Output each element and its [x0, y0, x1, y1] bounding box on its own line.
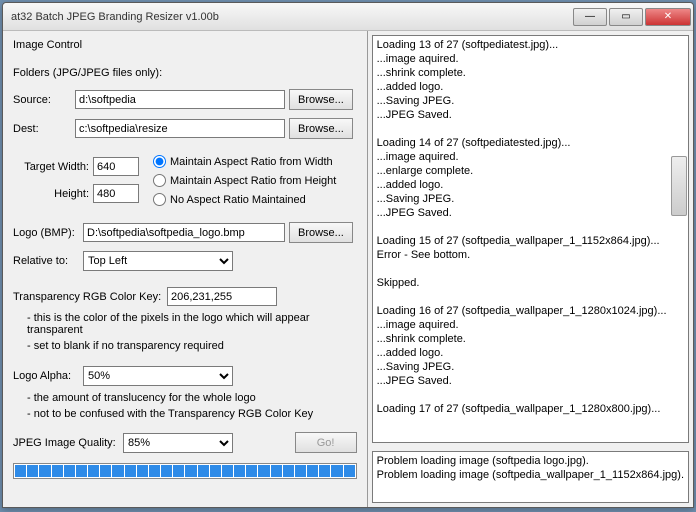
aspect-height-radio[interactable]: Maintain Aspect Ratio from Height: [153, 174, 336, 187]
error-text: Problem loading image (softpedia logo.jp…: [377, 455, 684, 481]
progress-segment: [100, 465, 111, 477]
progress-segment: [307, 465, 318, 477]
height-input[interactable]: [93, 184, 139, 203]
progress-segment: [76, 465, 87, 477]
progress-segment: [234, 465, 245, 477]
left-panel: Image Control Folders (JPG/JPEG files on…: [3, 31, 367, 507]
scrollbar-thumb[interactable]: [671, 156, 687, 216]
logo-label: Logo (BMP):: [13, 227, 79, 239]
alpha-hint1: - the amount of translucency for the who…: [27, 392, 357, 404]
progress-segment: [331, 465, 342, 477]
close-button[interactable]: ✕: [645, 8, 691, 26]
transparency-label: Transparency RGB Color Key:: [13, 291, 163, 303]
body: Image Control Folders (JPG/JPEG files on…: [3, 31, 693, 507]
width-input[interactable]: [93, 157, 139, 176]
progress-bar: [13, 463, 357, 479]
logo-input[interactable]: [83, 223, 285, 242]
aspect-width-label: Maintain Aspect Ratio from Width: [170, 156, 333, 168]
relative-select[interactable]: Top Left: [83, 251, 233, 271]
quality-select[interactable]: 85%: [123, 433, 233, 453]
log-output[interactable]: Loading 13 of 27 (softpediatest.jpg)... …: [372, 35, 689, 443]
logo-browse-button[interactable]: Browse...: [289, 222, 353, 243]
progress-segment: [39, 465, 50, 477]
alpha-select[interactable]: 50%: [83, 366, 233, 386]
progress-segment: [15, 465, 26, 477]
go-button[interactable]: Go!: [295, 432, 357, 453]
log-text: Loading 13 of 27 (softpediatest.jpg)... …: [377, 39, 667, 415]
progress-segment: [173, 465, 184, 477]
width-label: Target Width:: [13, 161, 89, 173]
progress-segment: [271, 465, 282, 477]
minimize-button[interactable]: —: [573, 8, 607, 26]
progress-segment: [52, 465, 63, 477]
progress-segment: [64, 465, 75, 477]
progress-segment: [137, 465, 148, 477]
aspect-height-label: Maintain Aspect Ratio from Height: [170, 175, 336, 187]
transparency-hint1: - this is the color of the pixels in the…: [27, 312, 357, 336]
right-panel: Loading 13 of 27 (softpediatest.jpg)... …: [367, 31, 693, 507]
titlebar[interactable]: at32 Batch JPEG Branding Resizer v1.00b …: [3, 3, 693, 31]
alpha-label: Logo Alpha:: [13, 370, 79, 382]
progress-segment: [161, 465, 172, 477]
progress-segment: [210, 465, 221, 477]
progress-segment: [319, 465, 330, 477]
aspect-none-label: No Aspect Ratio Maintained: [170, 194, 306, 206]
dest-label: Dest:: [13, 123, 71, 135]
maximize-button[interactable]: ▭: [609, 8, 643, 26]
source-input[interactable]: [75, 90, 285, 109]
dest-input[interactable]: [75, 119, 285, 138]
progress-segment: [344, 465, 355, 477]
progress-segment: [258, 465, 269, 477]
aspect-none-radio[interactable]: No Aspect Ratio Maintained: [153, 193, 336, 206]
error-output[interactable]: Problem loading image (softpedia logo.jp…: [372, 451, 689, 503]
progress-segment: [112, 465, 123, 477]
transparency-input[interactable]: [167, 287, 277, 306]
progress-segment: [27, 465, 38, 477]
aspect-height-radio-input[interactable]: [153, 174, 166, 187]
progress-segment: [125, 465, 136, 477]
progress-segment: [198, 465, 209, 477]
height-label: Height:: [13, 188, 89, 200]
panel-title: Image Control: [13, 39, 357, 51]
progress-segment: [283, 465, 294, 477]
progress-segment: [88, 465, 99, 477]
transparency-hint2: - set to blank if no transparency requir…: [27, 340, 357, 352]
source-browse-button[interactable]: Browse...: [289, 89, 353, 110]
progress-segment: [295, 465, 306, 477]
quality-label: JPEG Image Quality:: [13, 437, 119, 449]
alpha-hint2: - not to be confused with the Transparen…: [27, 408, 357, 420]
dest-browse-button[interactable]: Browse...: [289, 118, 353, 139]
window-title: at32 Batch JPEG Branding Resizer v1.00b: [11, 11, 571, 23]
progress-segment: [246, 465, 257, 477]
relative-label: Relative to:: [13, 255, 79, 267]
aspect-none-radio-input[interactable]: [153, 193, 166, 206]
progress-segment: [185, 465, 196, 477]
source-label: Source:: [13, 94, 71, 106]
folders-label: Folders (JPG/JPEG files only):: [13, 67, 357, 79]
aspect-width-radio-input[interactable]: [153, 155, 166, 168]
app-window: at32 Batch JPEG Branding Resizer v1.00b …: [2, 2, 694, 508]
aspect-width-radio[interactable]: Maintain Aspect Ratio from Width: [153, 155, 336, 168]
progress-segment: [222, 465, 233, 477]
progress-segment: [149, 465, 160, 477]
